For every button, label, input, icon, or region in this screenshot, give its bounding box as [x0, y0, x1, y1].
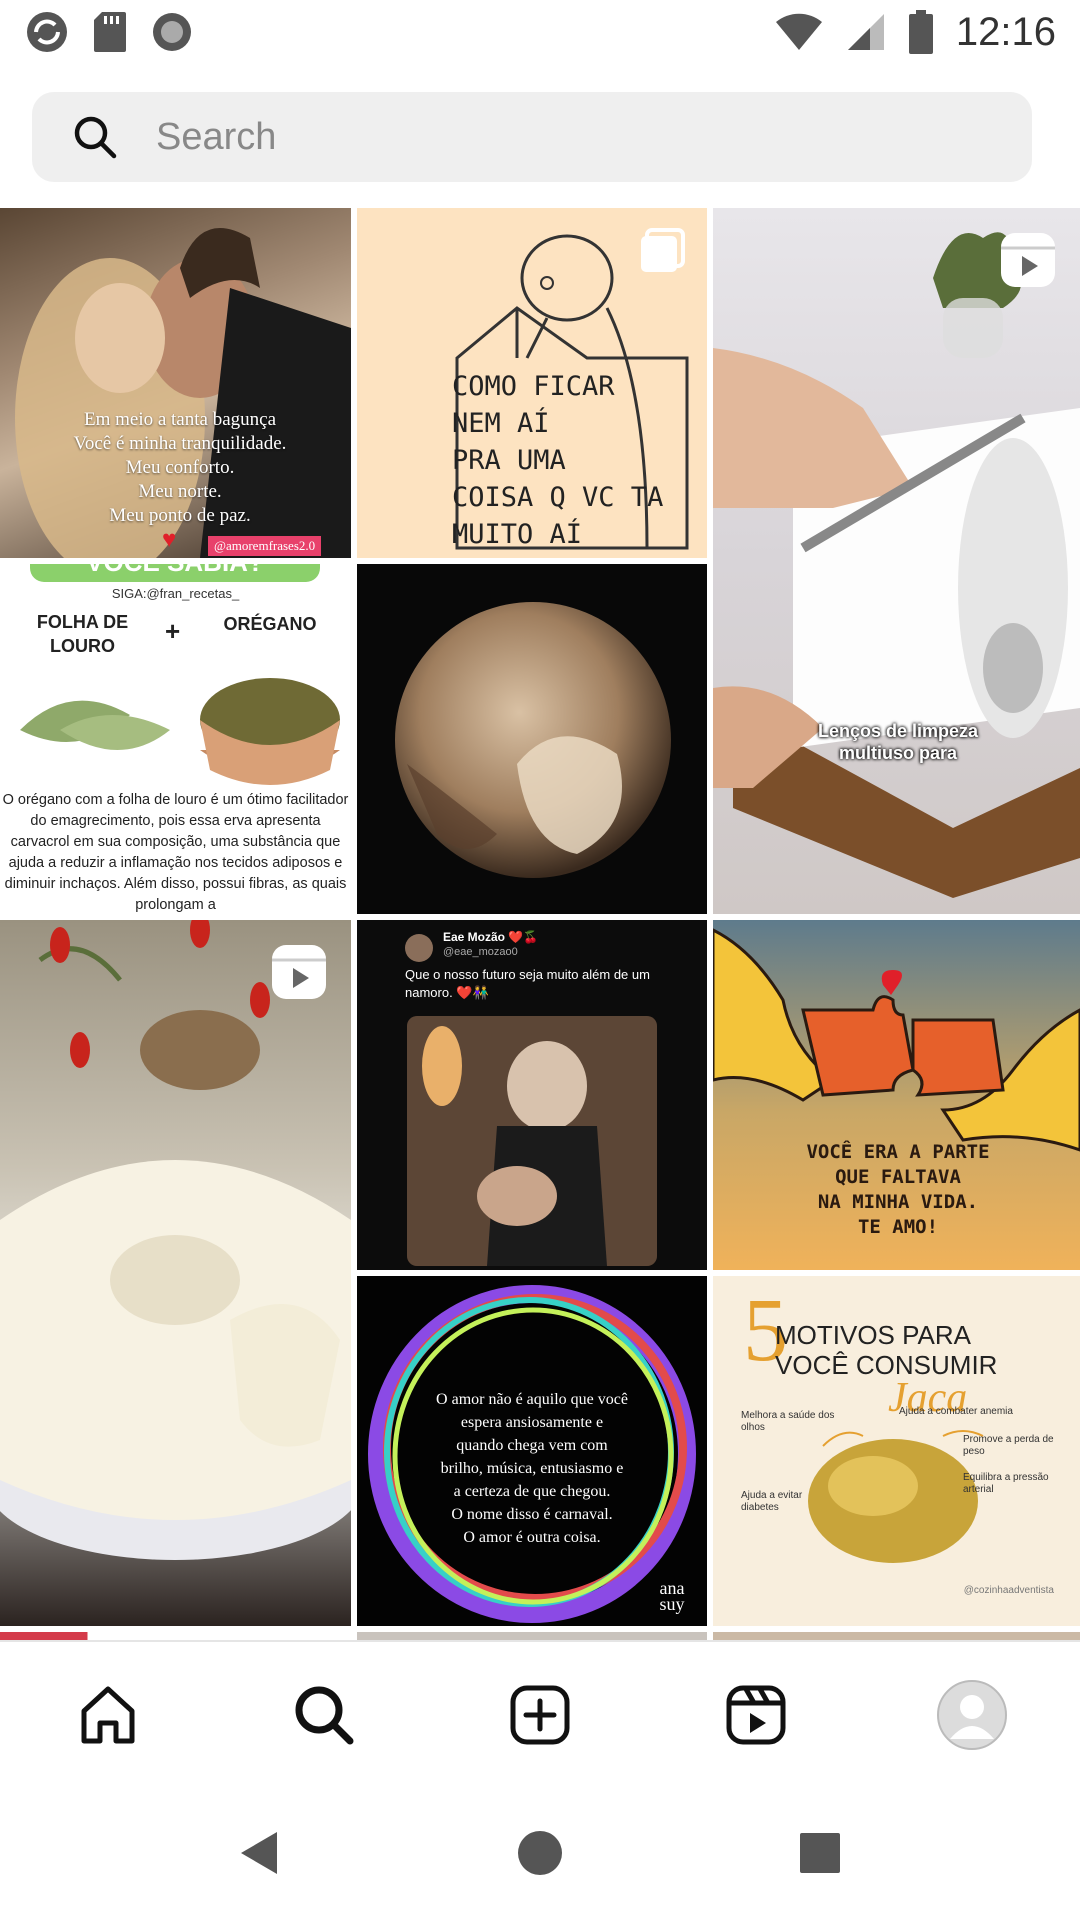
wifi-icon — [775, 13, 822, 50]
nav-home-button[interactable] — [53, 1660, 163, 1770]
grid-tile-pluto[interactable] — [357, 564, 707, 914]
search-icon — [74, 116, 117, 159]
jaca-point-5: Ajuda a evitar diabetes — [741, 1490, 803, 1513]
couple-handle: @amoremfrases2.0 — [208, 536, 322, 556]
jaca-title: MOTIVOS PARA VOCÊ CONSUMIR — [775, 1320, 998, 1380]
grid-tile-comic[interactable]: COMO FICAR NEM AÍ PRA UMA COISA Q VC TA … — [357, 208, 707, 558]
oregano-banner: VOCÊ SABIA? — [30, 564, 320, 582]
nav-profile-button[interactable] — [917, 1660, 1027, 1770]
search-icon — [295, 1686, 354, 1745]
paper-towel-image — [713, 232, 1080, 898]
nav-reels-button[interactable] — [701, 1660, 811, 1770]
grid-tile-tweet[interactable]: Eae Mozão ❤️🍒 @eae_mozao0 Que o nosso fu… — [357, 920, 707, 1270]
explore-grid: Em meio a tanta bagunça Você é minha tra… — [0, 208, 1080, 1640]
nav-create-button[interactable] — [485, 1660, 595, 1770]
system-home-button[interactable] — [495, 1808, 585, 1898]
grid-tile-jaca[interactable]: 5 MOTIVOS PARA VOCÊ CONSUMIR Jaca Melhor… — [713, 1276, 1080, 1626]
heart-icon: ♥ — [162, 526, 177, 553]
home-circle-icon — [518, 1831, 562, 1875]
comic-caption: COMO FICAR NEM AÍ PRA UMA COISA Q VC TA … — [452, 371, 664, 550]
record-icon — [153, 13, 191, 51]
grid-tile-oregano[interactable]: VOCÊ SABIA? SIGA:@fran_recetas_ FOLHA DE… — [0, 564, 351, 914]
grid-tile-couple[interactable]: Em meio a tanta bagunça Você é minha tra… — [0, 208, 351, 558]
sync-icon — [27, 12, 67, 52]
ana-suy-signature: ana suy — [659, 1578, 685, 1614]
tweet-photo-image — [407, 1016, 657, 1266]
oregano-label: ORÉGANO — [223, 614, 317, 634]
nav-search-button[interactable] — [269, 1660, 379, 1770]
system-recents-button[interactable] — [775, 1808, 865, 1898]
battery-icon — [908, 10, 933, 54]
puzzle-caption: VOCÊ ERA A PARTE QUE FALTAVA NA MINHA VI… — [806, 1141, 990, 1238]
pluto-image — [395, 602, 671, 878]
bottom-nav — [0, 1640, 1080, 1788]
sd-card-icon — [94, 12, 126, 52]
grid-tile-puzzle[interactable]: VOCÊ ERA A PARTE QUE FALTAVA NA MINHA VI… — [713, 920, 1080, 1270]
status-right: 12:16 — [774, 10, 1056, 55]
status-left — [24, 9, 194, 55]
oregano-ingredients-image — [20, 678, 340, 785]
tweet-text: Que o nosso futuro seja muito além de um… — [405, 967, 650, 1000]
grid-tile-partial-2[interactable] — [357, 1632, 707, 1640]
system-back-button[interactable] — [215, 1808, 305, 1898]
search-bar[interactable] — [32, 92, 1032, 182]
paper-towel-caption: Lenços de limpeza multiuso para — [817, 721, 979, 763]
jaca-point-1: Melhora a saúde dos olhos — [741, 1410, 835, 1433]
grid-tile-partial-3[interactable] — [713, 1632, 1080, 1640]
reels-icon — [272, 945, 326, 999]
grid-tile-ana-suy[interactable]: O amor não é aquilo que você espera ansi… — [357, 1276, 707, 1626]
system-nav — [0, 1786, 1080, 1920]
create-icon — [510, 1685, 570, 1745]
cake-image — [0, 920, 351, 1560]
ana-suy-caption: O amor não é aquilo que você espera ansi… — [436, 1391, 628, 1546]
status-time: 12:16 — [955, 9, 1056, 54]
oregano-handle: SIGA:@fran_recetas_ — [111, 586, 240, 601]
back-icon — [241, 1832, 277, 1874]
jaca-point-3: Promove a perda de peso — [963, 1434, 1054, 1457]
jaca-point-2: Ajuda a combater anemia — [899, 1406, 1013, 1417]
signal-icon — [847, 14, 884, 50]
grid-tile-paper-towel-reel[interactable]: Lenços de limpeza multiuso para — [713, 208, 1080, 914]
jaca-handle: @cozinhaadventista — [963, 1585, 1054, 1596]
home-icon — [81, 1686, 135, 1744]
search-input[interactable] — [154, 114, 978, 160]
tweet-name: Eae Mozão ❤️🍒 — [443, 930, 539, 944]
couple-caption: Em meio a tanta bagunça Você é minha tra… — [73, 409, 287, 526]
louro-label: FOLHA DE LOURO — [36, 612, 129, 656]
grid-tile-partial-1[interactable] — [0, 1632, 351, 1640]
oregano-body: O orégano com a folha de louro é um ótim… — [2, 792, 349, 913]
tweet-avatar — [405, 934, 433, 962]
recents-icon — [800, 1833, 840, 1873]
jaca-point-4: Equilibra a pressão arterial — [963, 1472, 1049, 1495]
status-bar: 12:16 — [0, 0, 1080, 64]
reels-icon — [1001, 233, 1055, 287]
tweet-user: @eae_mozao0 — [443, 946, 518, 958]
reels-icon — [726, 1685, 786, 1745]
plus-label: + — [165, 616, 181, 646]
profile-icon — [937, 1680, 1007, 1750]
grid-tile-cake-reel[interactable] — [0, 920, 351, 1626]
